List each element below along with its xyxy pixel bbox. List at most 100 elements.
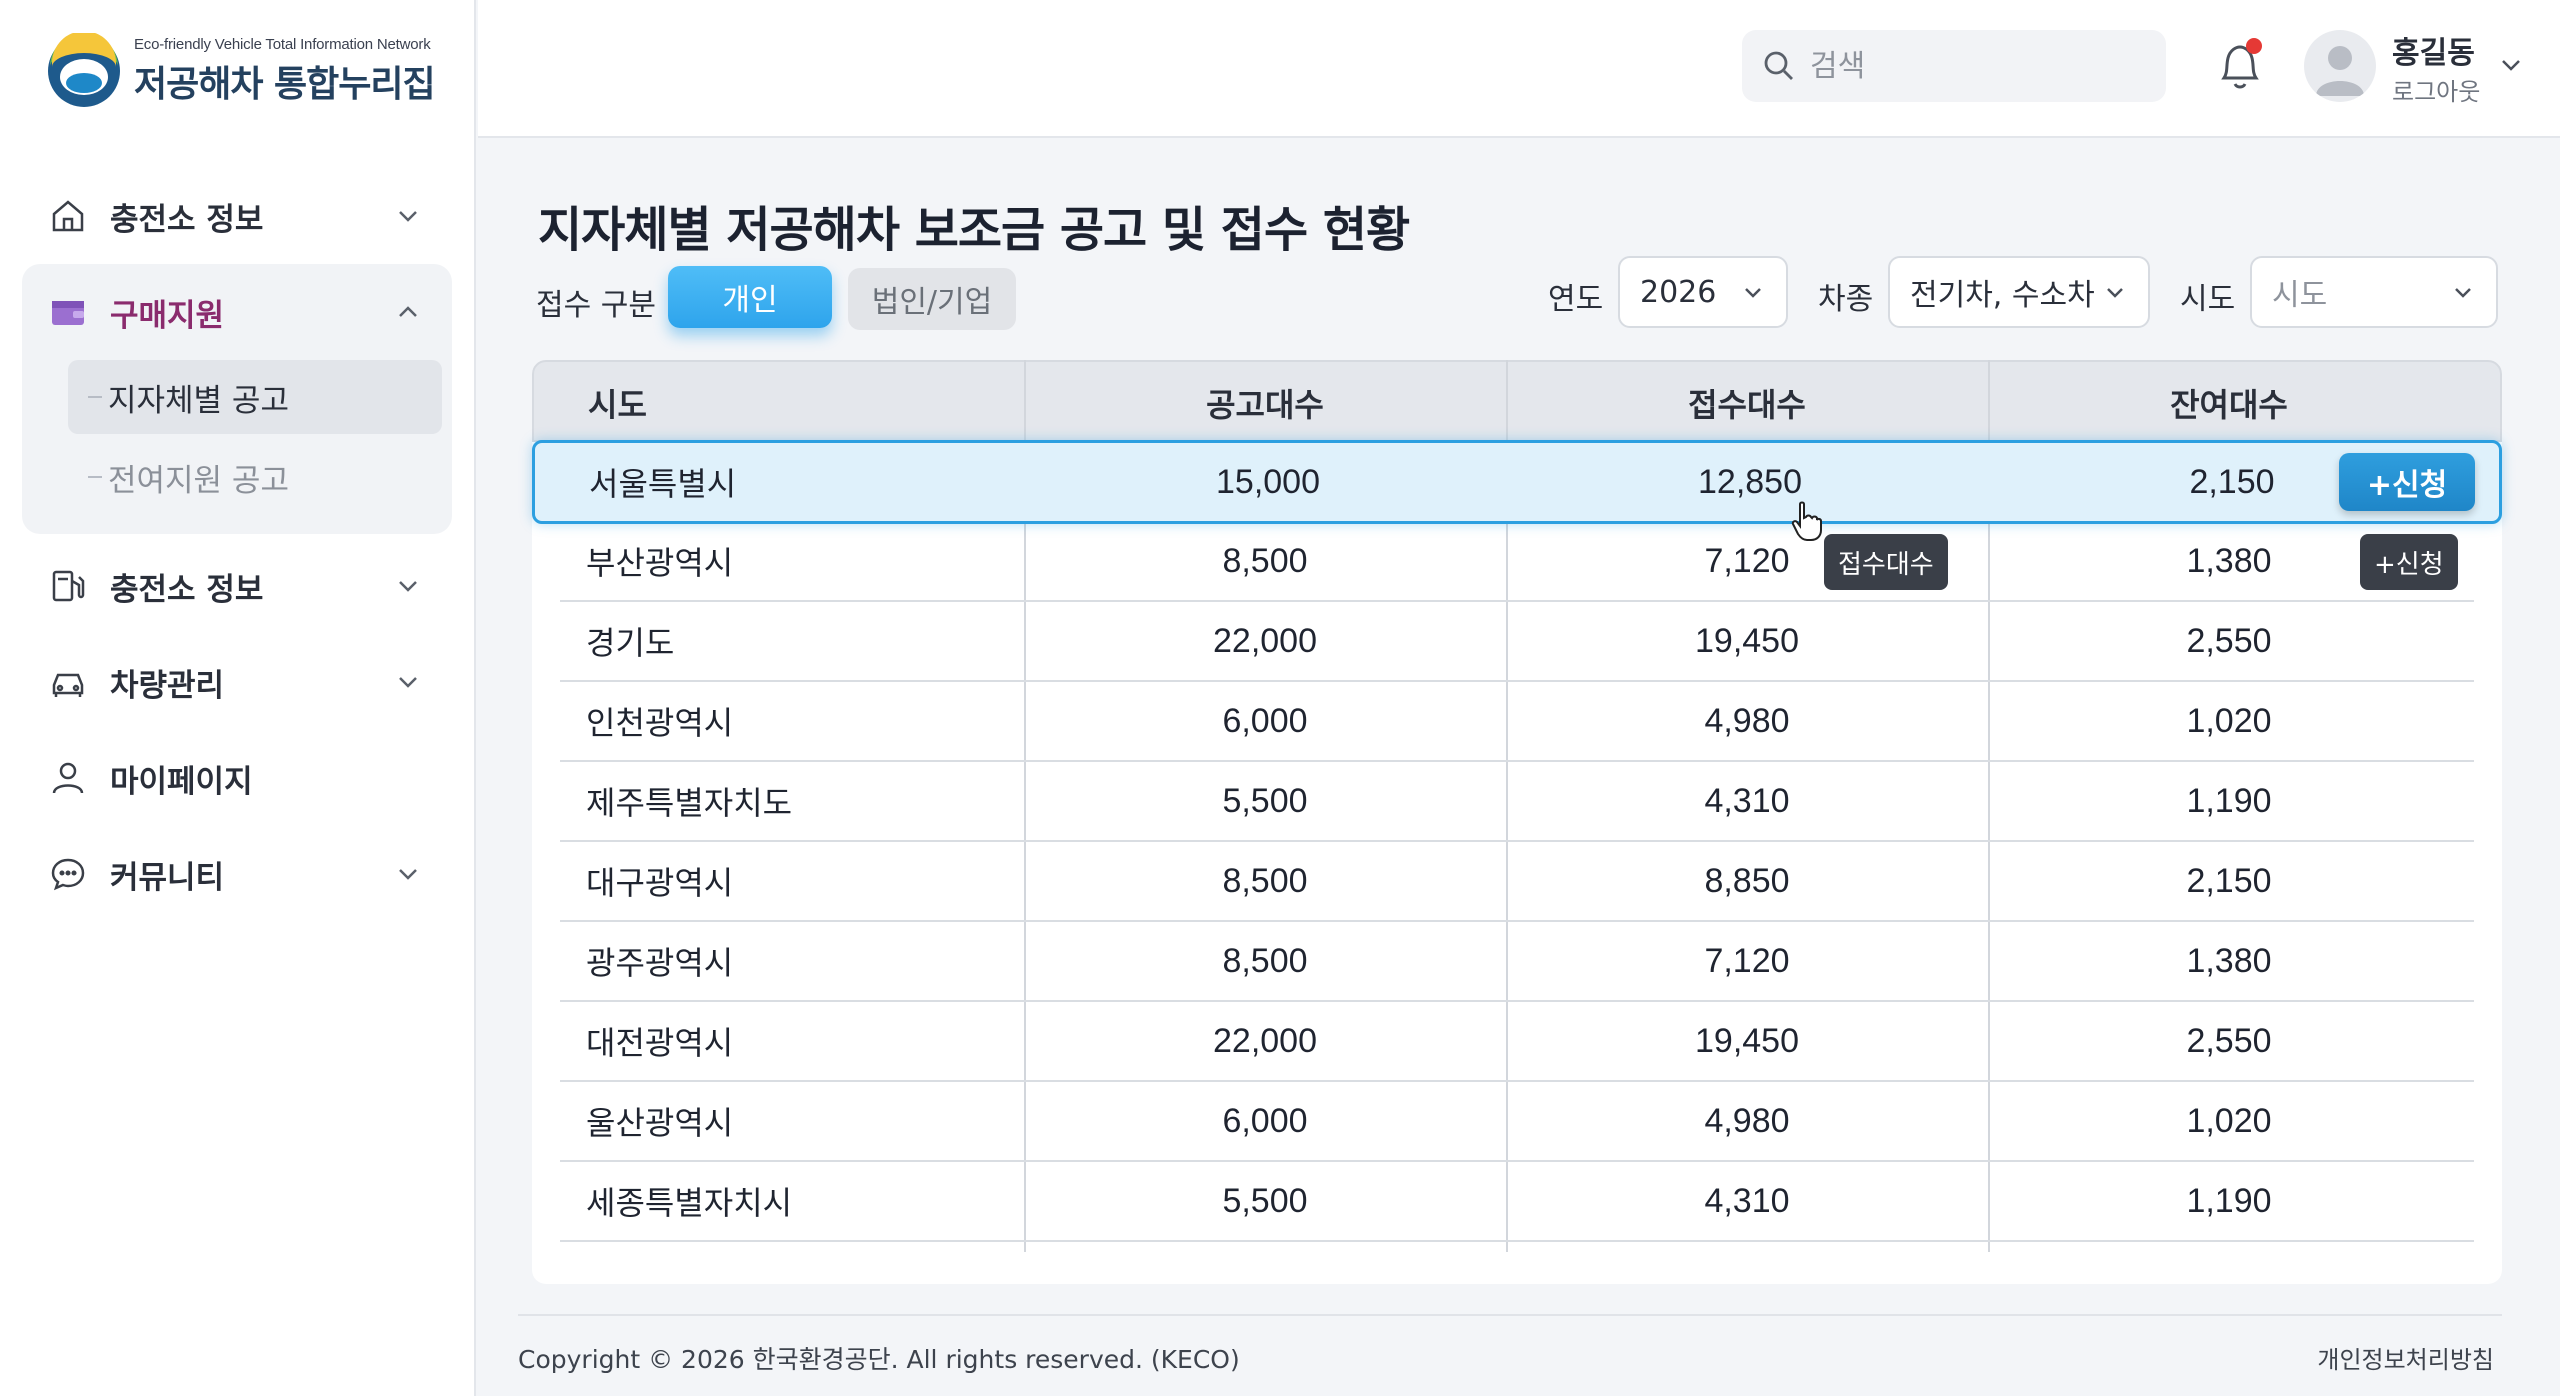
chevron-down-icon [399,869,417,880]
chevron-up-icon [399,306,417,317]
table-row[interactable]: 대전광역시 22,000 19,450 2,550 [560,1002,2474,1082]
sidebar-item-purchase-support[interactable]: 구매지원 [22,264,452,360]
chevron-down-icon[interactable] [2496,50,2526,80]
cell-announced: 22,000 [1213,1021,1317,1060]
chevron-down-icon [399,581,417,592]
table-row[interactable]: 서울특별시 15,000 12,850 2,150 +신청 [532,440,2502,524]
logo-subtitle: Eco-friendly Vehicle Total Information N… [134,35,431,53]
vehicle-filter-label: 차종 [1818,282,1874,317]
logout-link[interactable]: 로그아웃 [2392,72,2480,107]
cell-announced: 15,000 [1216,462,1320,501]
cell-remaining: 1,190 [2186,781,2272,820]
cell-received: 19,450 [1695,1021,1799,1060]
cell-received: 4,980 [1704,1101,1790,1140]
vehicle-type-select[interactable]: 전기차, 수소차 [1888,256,2150,328]
privacy-policy-link[interactable]: 개인정보처리방침 [2317,1340,2494,1375]
column-header-received[interactable]: 접수대수 [1506,362,1988,444]
search-input[interactable] [1810,48,2130,84]
sidebar-subitem-remaining-notice[interactable]: 전여지원 공고 [68,440,442,514]
cell-announced: 6,000 [1222,701,1308,740]
fuel-pump-icon [48,566,88,606]
side-nav: 충전소 정보 구매지원 지자체별 공고 전여지원 공고 충전소 정보 차량관리 … [22,168,452,922]
vehicle-select-value: 전기차, 수소차 [1910,278,2095,313]
user-icon [48,758,88,798]
table-row[interactable]: 세종특별자치시 5,500 4,310 1,190 [560,1162,2474,1242]
wallet-icon [48,292,88,332]
cell-remaining: 1,380 [2186,941,2272,980]
sidebar-subitem-label: 전여지원 공고 [108,462,289,499]
region-select-placeholder: 시도 [2272,278,2328,313]
mouse-pointer-icon [1791,501,1822,541]
table-row[interactable]: 부산광역시 8,500 7,120 1,380 [560,522,2474,602]
cell-remaining: 1,190 [2186,1181,2272,1220]
sidebar-item-community[interactable]: 커뮤니티 [22,826,452,922]
segment-corporate-button[interactable]: 법인/기업 [848,268,1016,330]
table-row[interactable]: 광주광역시 8,500 7,120 1,380 [560,922,2474,1002]
sidebar-item-label: 충전소 정보 [110,201,264,238]
user-name: 홍길동 [2392,36,2475,71]
home-icon [48,196,88,236]
sidebar-item-mypage[interactable]: 마이페이지 [22,730,452,826]
sidebar-item-vehicle-management[interactable]: 차량관리 [22,634,452,730]
sidebar-item-charging-info[interactable]: 충전소 정보 [22,168,452,264]
cell-region: 부산광역시 [586,544,734,582]
region-filter-label: 시도 [2180,282,2236,317]
cell-region: 인천광역시 [586,704,734,742]
search-icon [1764,51,1793,80]
table-row[interactable]: 대구광역시 8,500 8,850 2,150 [560,842,2474,922]
sidebar-item-charging-info-2[interactable]: 충전소 정보 [22,538,452,634]
type-filter-label: 접수 구분 [536,288,656,323]
sidebar-subitem-label: 지자체별 공고 [108,382,289,419]
chat-bubble-icon [48,854,88,894]
column-header-region[interactable]: 시도 [534,362,1024,444]
cell-received: 7,120 [1704,941,1790,980]
cell-received: 19,450 [1695,621,1799,660]
table-row[interactable]: 인천광역시 6,000 4,980 1,020 [560,682,2474,762]
sidebar: Eco-friendly Vehicle Total Information N… [0,0,476,1396]
cell-announced: 8,500 [1222,541,1308,580]
cell-received: 12,850 [1698,462,1802,501]
copyright-text: Copyright © 2026 한국환경공단. All rights rese… [518,1345,1240,1374]
table-header: 시도 공고대수 접수대수 잔여대수 [532,360,2502,442]
apply-button[interactable]: +신청 [2339,453,2475,511]
car-icon [48,662,88,702]
column-header-announced[interactable]: 공고대수 [1024,362,1506,444]
cell-region: 경기도 [586,624,675,662]
cell-region: 대전광역시 [586,1024,734,1062]
cell-region: 대구광역시 [586,864,734,902]
sidebar-subitem-local-notice[interactable]: 지자체별 공고 [68,360,442,434]
cell-announced: 5,500 [1222,781,1308,820]
cell-region: 제주특별자치도 [586,784,793,822]
table-row[interactable]: 울산광역시 6,000 4,980 1,020 [560,1082,2474,1162]
sidebar-item-label: 차량관리 [110,667,225,704]
sidebar-item-label: 마이페이지 [110,763,253,800]
cell-announced: 8,500 [1222,861,1308,900]
footer-divider [518,1314,2502,1316]
subsidy-table: 시도 공고대수 접수대수 잔여대수 서울특별시 15,000 12,850 2,150… [532,360,2502,1284]
page-title: 지자체별 저공해차 보조금 공고 및 접수 현황 [538,202,1410,258]
cell-announced: 8,500 [1222,941,1308,980]
top-header: 홍길동 로그아웃 [478,0,2560,138]
chevron-down-icon [399,677,417,688]
cell-region: 세종특별자치시 [586,1184,793,1222]
region-select[interactable]: 시도 [2250,256,2498,328]
table-row[interactable]: 제주특별자치도 5,500 4,310 1,190 [560,762,2474,842]
table-row[interactable]: 경기도 22,000 19,450 2,550 [560,602,2474,682]
cell-remaining: 1,020 [2186,701,2272,740]
cell-remaining: 1,020 [2186,1101,2272,1140]
year-filter-label: 연도 [1548,282,1604,317]
cell-received: 4,980 [1704,701,1790,740]
segment-individual-button[interactable]: 개인 [668,266,832,328]
cell-remaining: 2,550 [2186,1021,2272,1060]
column-header-remaining[interactable]: 잔여대수 [1988,362,2470,444]
year-select[interactable]: 2026 [1618,256,1788,328]
cell-received: 4,310 [1704,1181,1790,1220]
site-logo[interactable]: Eco-friendly Vehicle Total Information N… [46,30,436,112]
logo-title: 저공해차 통합누리집 [134,63,436,105]
sidebar-item-label: 구매지원 [110,297,225,334]
chevron-down-icon [399,211,417,222]
cell-region: 서울특별시 [589,465,737,503]
sidebar-item-label: 충전소 정보 [110,571,264,608]
search-box[interactable] [1742,30,2166,102]
avatar[interactable] [2304,30,2376,102]
